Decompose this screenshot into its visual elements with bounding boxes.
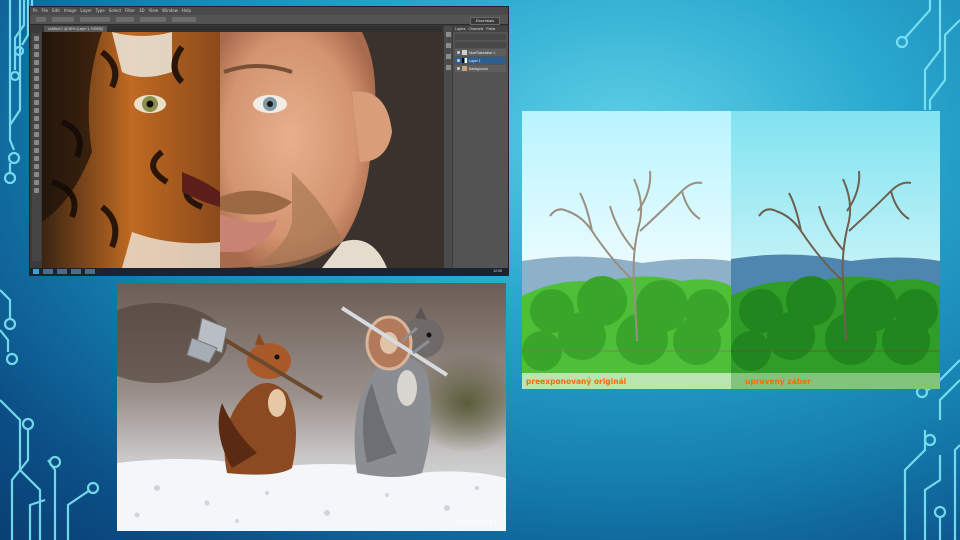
paragraph-icon [445,65,451,70]
start-icon [33,269,39,274]
eyedropper-tool-icon [34,76,39,81]
ps-option [80,17,110,22]
marquee-tool-icon [34,44,39,49]
character-icon [445,54,451,59]
pen-tool-icon [34,148,39,153]
caption-edited: upravený záber [745,377,811,386]
eye-icon [457,59,460,62]
brush-tool-icon [34,92,39,97]
layer-row: Background [455,65,506,72]
blur-tool-icon [34,132,39,137]
tab-paths: Paths [486,27,496,31]
ps-workspace-select: Essentials [470,17,500,25]
ps-option [116,17,134,22]
tab-channels: Channels [468,27,484,31]
ps-menubar: Ps File Edit Image Layer Type Select Fil… [30,7,508,15]
dodge-tool-icon [34,140,39,145]
tree-edited-image [731,111,940,389]
squirrels-photo: COOLBEST [117,283,506,531]
ps-menu-item: Layer [80,8,92,13]
app-icon [85,269,95,274]
explorer-icon [43,269,53,274]
ps-toolbar [32,33,41,261]
lasso-tool-icon [34,52,39,57]
zoom-tool-icon [34,188,39,193]
type-tool-icon [34,156,39,161]
hand-tool-icon [34,180,39,185]
move-tool-icon [34,36,39,41]
eye-icon [457,67,460,70]
ps-panel-dock [444,26,452,268]
layer-thumbnail [462,66,467,71]
quick-select-tool-icon [34,60,39,65]
ps-menu-item: Select [108,8,122,13]
windows-taskbar: 12:05 [30,268,508,275]
ps-option [36,17,46,22]
ps-option [140,17,166,22]
ps-options-bar [30,15,508,25]
ps-menu-item: Type [95,8,105,13]
ps-option [172,17,196,22]
layer-row: Hue/Saturation 1 [455,49,506,56]
caption-original: preexponovaný originál [526,377,627,386]
ps-option [52,17,74,22]
crop-tool-icon [34,68,39,73]
layer-name: Layer 1 [469,58,481,63]
ps-canvas [42,32,444,268]
ps-layers-panel: Layers Channels Paths Hue/Saturation 1 L… [453,26,508,268]
healing-tool-icon [34,84,39,89]
browser-icon [57,269,67,274]
layer-name: Hue/Saturation 1 [469,50,496,55]
properties-icon [445,43,451,48]
clone-tool-icon [34,100,39,105]
ps-menu-item: Filter [125,8,136,13]
layer-thumbnail [462,50,467,55]
ps-layer-blend [455,42,506,48]
history-icon [445,32,451,37]
photoshop-screenshot: Ps File Edit Image Layer Type Select Fil… [30,7,508,275]
history-brush-tool-icon [34,108,39,113]
ps-menu-item: File [41,8,49,13]
ps-menu-item: Edit [52,8,60,13]
tree-original-image [522,111,731,389]
layer-mask-thumbnail [462,58,467,63]
gradient-tool-icon [34,124,39,129]
photoshop-icon [71,269,81,274]
ps-menu-item: Help [181,8,192,13]
tree-original-panel: preexponovaný originál [522,111,731,389]
eraser-tool-icon [34,116,39,121]
ps-panel-tabs: Layers Channels Paths [453,26,508,32]
eye-icon [457,51,460,54]
ps-menu-item: View [148,8,159,13]
ps-menu-item: Ps [33,8,38,13]
ps-menu-item: Window [162,8,178,13]
shape-tool-icon [34,172,39,177]
tab-layers: Layers [455,27,466,31]
tiger-man-composite [42,32,444,268]
ps-menu-item: Image [63,8,77,13]
ps-layer-controls [455,34,506,40]
tree-edited-panel: upravený záber [731,111,940,389]
taskbar-clock: 12:05 [493,269,502,273]
layer-row: Layer 1 [455,57,506,64]
squirrel-battle-image [117,283,506,531]
tree-comparison: preexponovaný originál upravený záber [522,111,940,389]
ps-menu-item: 3D [139,8,145,13]
image-watermark: COOLBEST [456,519,498,527]
path-select-tool-icon [34,164,39,169]
layer-name: Background [469,66,488,71]
